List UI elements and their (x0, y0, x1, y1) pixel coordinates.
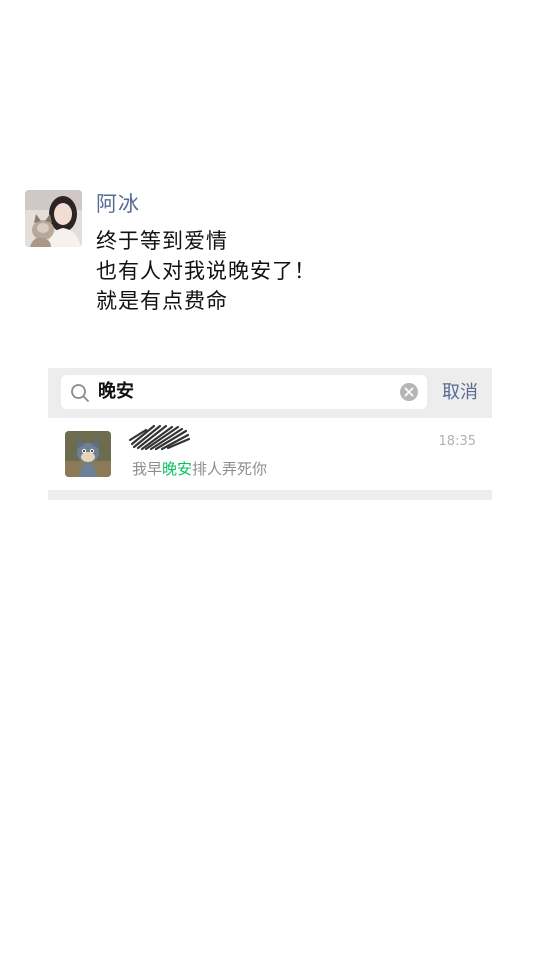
cancel-button[interactable]: 取消 (442, 368, 478, 418)
search-result-row[interactable]: 18:35 我早晚安排人弄死你 (48, 420, 492, 490)
post-author-avatar[interactable] (25, 190, 82, 247)
search-icon (70, 383, 90, 403)
post-text: 终于等到爱情 也有人对我说晚安了！ 就是有点费命 (96, 226, 316, 316)
chat-search-screenshot: 晚安 取消 18:35 我早晚安排人弄死你 (48, 368, 492, 500)
result-message-snippet: 我早晚安排人弄死你 (132, 458, 267, 480)
list-divider (48, 490, 492, 500)
post-text-line-3: 就是有点费命 (96, 289, 228, 313)
post-text-line-2: 也有人对我说晚安了！ (96, 259, 316, 283)
page: 阿冰 终于等到爱情 也有人对我说晚安了！ 就是有点费命 晚安 取消 18:35 … (0, 0, 540, 960)
result-time: 18:35 (438, 434, 476, 449)
snippet-keyword-highlight: 晚安 (162, 460, 193, 478)
search-input[interactable]: 晚安 (61, 375, 427, 409)
search-bar: 晚安 取消 (48, 368, 492, 418)
result-contact-name-redacted (126, 420, 196, 454)
result-contact-avatar (65, 431, 111, 477)
post-author-name[interactable]: 阿冰 (96, 190, 140, 218)
snippet-text-after: 排人弄死你 (192, 460, 268, 478)
post-text-line-1: 终于等到爱情 (96, 229, 228, 253)
search-query-text: 晚安 (98, 381, 134, 402)
clear-icon[interactable] (400, 383, 418, 401)
snippet-text-before: 我早 (132, 460, 163, 478)
